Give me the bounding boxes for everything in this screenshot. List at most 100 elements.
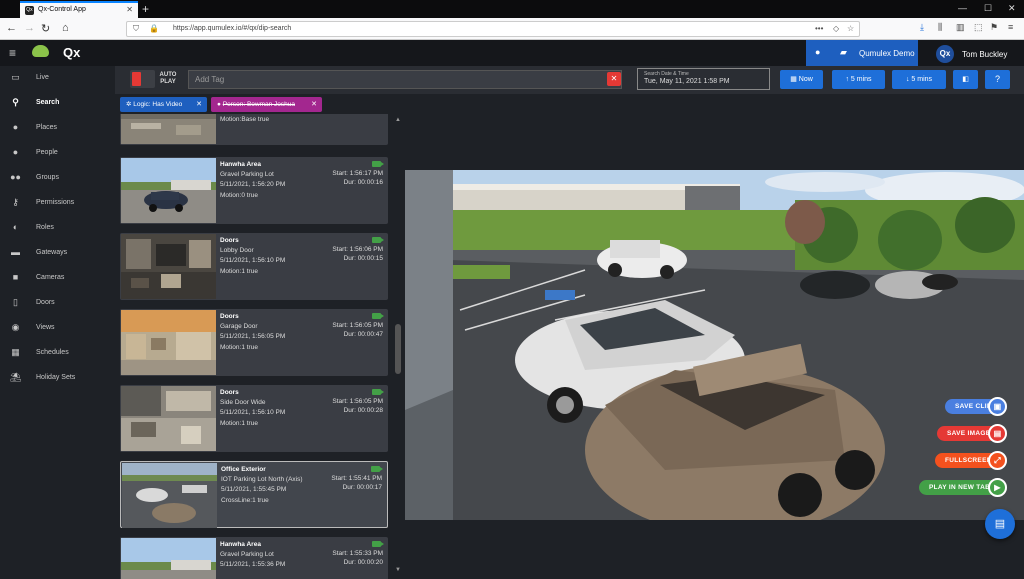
sidebar-item-cameras[interactable]: ■ Cameras (0, 266, 115, 290)
result-start: Start: 1:56:05 PM (332, 322, 383, 329)
maximize-icon[interactable]: ☐ (984, 3, 992, 14)
extension-icon-2[interactable]: ⚑ (990, 22, 998, 33)
sidebar-item-people[interactable]: ● People (0, 141, 115, 165)
sidebar-item-label: People (36, 149, 58, 156)
help-button[interactable]: ? (985, 70, 1010, 89)
user-menu[interactable]: Qx Tom Buckley (934, 43, 1024, 63)
sidebar-item-roles[interactable]: ◐ Roles (0, 216, 115, 240)
close-tab-icon[interactable]: ✕ (126, 5, 133, 14)
result-duration: Dur: 00:00:47 (343, 331, 383, 338)
video-camera-icon (372, 237, 384, 243)
result-duration: Dur: 00:00:16 (343, 179, 383, 186)
hamburger-menu-icon[interactable]: ≡ (9, 46, 16, 60)
search-date-field[interactable]: Search Date & Time Tue, May 11, 2021 1:5… (637, 68, 770, 90)
help-label: ? (994, 74, 1000, 84)
result-title: Doors (220, 313, 239, 320)
back-icon[interactable]: ← (6, 22, 17, 34)
site-selector[interactable]: ● ▰ Qumulex Demo (806, 40, 918, 66)
close-window-icon[interactable]: ✕ (1008, 3, 1016, 14)
video-frame[interactable] (405, 170, 1024, 520)
result-card[interactable]: Hanwha Area Gravel Parking Lot 5/11/2021… (120, 537, 388, 579)
remove-filter-icon[interactable]: ✕ (311, 97, 317, 112)
reload-icon[interactable]: ↻ (41, 22, 50, 35)
forward-5-mins-button[interactable]: ↓ 5 mins (892, 70, 946, 89)
sidebar-item-holiday-sets[interactable]: ⛱ Holiday Sets (0, 366, 115, 390)
home-icon[interactable]: ⌂ (62, 22, 69, 34)
bookmark-icon: ◧ (962, 76, 969, 83)
new-tab-icon[interactable]: + (142, 2, 149, 16)
add-tag-input[interactable]: Add Tag (188, 70, 622, 89)
sidebar-item-search[interactable]: ⚲ Search (0, 91, 115, 115)
save-icon: ▣ (988, 397, 1007, 416)
autoplay-toggle[interactable] (130, 70, 155, 88)
result-thumbnail (121, 234, 216, 299)
video-camera-icon (372, 541, 384, 547)
scrollbar-thumb[interactable] (395, 324, 401, 374)
sidebar-item-doors[interactable]: ▯ Doors (0, 291, 115, 315)
save-image-button[interactable]: SAVE IMAGE ▤ (937, 424, 1007, 443)
pocket-icon[interactable]: ◇ (833, 24, 839, 33)
bookmark-star-icon[interactable]: ☆ (847, 24, 854, 33)
minimize-icon[interactable]: — (958, 3, 967, 13)
result-title: Office Exterior (221, 466, 266, 473)
document-icon: ▤ (994, 518, 1006, 530)
sidebar-item-label: Cameras (36, 274, 65, 281)
forward-icon[interactable]: → (24, 22, 35, 34)
result-card[interactable]: Doors Garage Door 5/11/2021, 1:56:05 PM … (120, 309, 388, 376)
menu-icon[interactable]: ≡ (1008, 22, 1013, 32)
sidebar-item-places[interactable]: ● Places (0, 116, 115, 140)
library-icon[interactable]: ⫼ (938, 22, 942, 33)
calendar-icon: ▦ (11, 347, 20, 357)
result-card[interactable]: Motion:Base true (120, 114, 388, 145)
result-thumbnail (122, 463, 217, 528)
fullscreen-label: FULLSCREEN (945, 457, 992, 464)
downloads-icon[interactable]: ⤓ (920, 22, 924, 33)
shield-icon: ⛉ (133, 24, 139, 33)
browser-tab[interactable]: Qx Qx-Control App ✕ (20, 1, 138, 18)
save-clip-button[interactable]: SAVE CLIP ▣ (945, 397, 1007, 416)
sidebar-item-schedules[interactable]: ▦ Schedules (0, 341, 115, 365)
result-title: Doors (220, 389, 239, 396)
browser-tab-strip: Qx Qx-Control App ✕ + — ☐ ✕ (0, 0, 1024, 18)
clear-tags-button[interactable]: ✕ (607, 72, 621, 86)
sidebar-item-gateways[interactable]: ▬ Gateways (0, 241, 115, 265)
sidebar-item-views[interactable]: ◉ Views (0, 316, 115, 340)
sidebar-item-groups[interactable]: ●● Groups (0, 166, 115, 190)
extension-icon[interactable]: ⬚ (974, 22, 983, 33)
filter-chip-label: Person: Bowman Joshua (222, 101, 295, 108)
search-date-label: Search Date & Time (644, 71, 689, 77)
search-toolbar: AUTO PLAY Add Tag ✕ Search Date & Time Tu… (115, 66, 1024, 94)
sidebar-item-live[interactable]: ▭ Live (0, 66, 115, 90)
result-card-selected[interactable]: Office Exterior IOT Parking Lot North (A… (120, 461, 388, 528)
result-card[interactable]: Doors Side Door Wide 5/11/2021, 1:56:10 … (120, 385, 388, 452)
key-icon: ⚷ (12, 197, 19, 207)
scroll-up-icon[interactable]: ▲ (395, 117, 401, 123)
bookmark-button[interactable]: ◧ (953, 70, 978, 89)
play-in-new-tab-button[interactable]: PLAY IN NEW TAB ▶ (919, 478, 1007, 497)
result-card[interactable]: Hanwha Area Gravel Parking Lot 5/11/2021… (120, 157, 388, 224)
scroll-down-icon[interactable]: ▼ (395, 567, 401, 573)
result-card[interactable]: Doors Lobby Door 5/11/2021, 1:56:10 PM M… (120, 233, 388, 300)
result-event: Motion:1 true (220, 344, 258, 351)
sidebar-toggle-icon[interactable]: ▥ (956, 22, 965, 33)
fullscreen-button[interactable]: FULLSCREEN ⤢ (935, 451, 1007, 470)
back-5-mins-button[interactable]: ↑ 5 mins (832, 70, 885, 89)
more-icon[interactable]: ••• (815, 24, 823, 33)
filter-chip-logic[interactable]: ✲ Logic: Has Video ✕ (120, 97, 207, 112)
monitor-icon: ▭ (11, 72, 20, 82)
result-camera: Garage Door (220, 323, 258, 330)
result-timestamp: 5/11/2021, 1:56:20 PM (220, 181, 286, 188)
result-timestamp: 5/11/2021, 1:55:36 PM (220, 561, 286, 568)
back-5-mins-label: 5 mins (850, 76, 872, 83)
filter-chip-person[interactable]: ● Person: Bowman Joshua ✕ (211, 97, 322, 112)
address-bar[interactable]: ⛉ 🔒 https://app.qumulex.io/#/qx/dip-sear… (126, 21, 860, 37)
report-document-button[interactable]: ▤ (985, 509, 1015, 539)
autoplay-label: AUTO PLAY (159, 72, 177, 86)
camera-icon: ■ (12, 272, 19, 282)
now-button[interactable]: ▦ Now (780, 70, 823, 89)
autoplay-label-line2: PLAY (160, 79, 176, 85)
results-scrollbar[interactable]: ▲ ▼ (393, 114, 403, 579)
sidebar-item-permissions[interactable]: ⚷ Permissions (0, 191, 115, 215)
gateway-icon: ▬ (11, 247, 20, 257)
remove-filter-icon[interactable]: ✕ (196, 97, 202, 112)
